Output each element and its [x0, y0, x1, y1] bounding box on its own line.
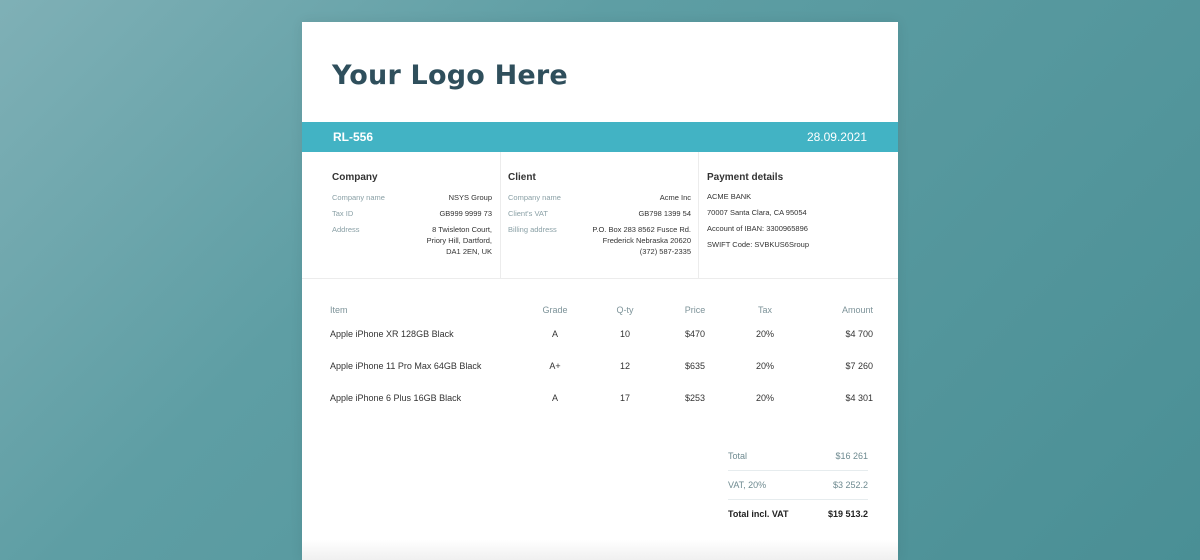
table-row: Apple iPhone 11 Pro Max 64GB Black A+ 12… — [330, 350, 873, 382]
logo-placeholder: Your Logo Here — [332, 60, 568, 91]
field-label: Client's VAT — [508, 209, 548, 218]
cell-grade: A — [551, 393, 558, 403]
grand-total-row: Total incl. VAT $19 513.2 — [728, 500, 868, 528]
table-row: Apple iPhone XR 128GB Black A 10 $470 20… — [330, 318, 873, 350]
bottom-fade — [302, 540, 898, 560]
payment-heading: Payment details — [707, 172, 784, 183]
vat-row: VAT, 20% $3 252.2 — [728, 471, 868, 500]
header-grade: Grade — [542, 305, 568, 315]
field-label: Company name — [332, 193, 385, 202]
header-item: Item — [330, 305, 348, 315]
company-heading: Company — [332, 172, 378, 183]
field-label: Billing address — [508, 225, 557, 234]
company-column: Company Company name NSYS Group Tax ID G… — [302, 152, 501, 278]
cell-item: Apple iPhone 11 Pro Max 64GB Black — [330, 361, 482, 371]
grand-total-label: Total incl. VAT — [728, 509, 789, 519]
invoice-date: 28.09.2021 — [806, 130, 867, 144]
cell-price: $253 — [684, 393, 706, 403]
payment-column: Payment details ACME BANK 70007 Santa Cl… — [699, 152, 898, 278]
payment-iban: Account of IBAN: 3300965896 — [707, 224, 808, 233]
company-name-row: Company name NSYS Group — [332, 192, 492, 203]
totals-block: Total $16 261 VAT, 20% $3 252.2 Total in… — [728, 442, 868, 528]
cell-amount: $4 301 — [845, 393, 873, 403]
cell-item: Apple iPhone XR 128GB Black — [330, 329, 454, 339]
field-value: GB798 1399 54 — [638, 209, 691, 218]
cell-item: Apple iPhone 6 Plus 16GB Black — [330, 393, 462, 403]
cell-amount: $4 700 — [845, 329, 873, 339]
grand-total-value: $19 513.2 — [827, 509, 868, 519]
client-vat-row: Client's VAT GB798 1399 54 — [508, 208, 691, 219]
header-amount: Amount — [841, 305, 873, 315]
field-label: Company name — [508, 193, 561, 202]
cell-price: $470 — [684, 329, 706, 339]
payment-bank: ACME BANK — [707, 192, 752, 201]
items-table: Item Grade Q-ty Price Tax Amount Apple i… — [330, 302, 873, 414]
vat-label: VAT, 20% — [728, 480, 767, 490]
header-qty: Q-ty — [616, 305, 634, 315]
invoice-number: RL-556 — [333, 130, 374, 144]
invoice-sheet: Your Logo Here RL-556 28.09.2021 Company… — [302, 22, 898, 560]
total-value: $16 261 — [835, 451, 868, 461]
cell-qty: 17 — [619, 393, 630, 403]
header-price: Price — [684, 305, 706, 315]
field-value: 8 Twisleton Court, Priory Hill, Dartford… — [426, 225, 492, 256]
client-billing-address-row: Billing address P.O. Box 283 8562 Fusce … — [508, 224, 691, 257]
header-tax: Tax — [757, 305, 772, 315]
payment-swift: SWIFT Code: SVBKUS6Sroup — [707, 240, 809, 249]
field-value: GB999 9999 73 — [439, 209, 492, 218]
info-section: Company Company name NSYS Group Tax ID G… — [302, 152, 898, 279]
cell-tax: 20% — [755, 361, 774, 371]
total-row: Total $16 261 — [728, 442, 868, 471]
field-value: P.O. Box 283 8562 Fusce Rd. Frederick Ne… — [592, 225, 691, 256]
table-row: Apple iPhone 6 Plus 16GB Black A 17 $253… — [330, 382, 873, 414]
company-address-row: Address 8 Twisleton Court, Priory Hill, … — [332, 224, 492, 257]
vat-value: $3 252.2 — [832, 480, 868, 490]
cell-amount: $7 260 — [845, 361, 873, 371]
table-header-row: Item Grade Q-ty Price Tax Amount — [330, 302, 873, 318]
cell-grade: A — [551, 329, 558, 339]
cell-price: $635 — [684, 361, 706, 371]
company-tax-id-row: Tax ID GB999 9999 73 — [332, 208, 492, 219]
client-column: Client Company name Acme Inc Client's VA… — [501, 152, 699, 278]
field-value: Acme Inc — [659, 193, 691, 202]
cell-grade: A+ — [549, 361, 561, 371]
field-label: Address — [332, 225, 360, 234]
client-heading: Client — [508, 172, 536, 183]
cell-tax: 20% — [755, 329, 774, 339]
cell-qty: 10 — [619, 329, 630, 339]
invoice-header-band: RL-556 28.09.2021 — [302, 122, 898, 152]
cell-qty: 12 — [619, 361, 630, 371]
payment-bank-address: 70007 Santa Clara, CA 95054 — [707, 208, 807, 217]
field-label: Tax ID — [332, 209, 354, 218]
cell-tax: 20% — [755, 393, 774, 403]
total-label: Total — [728, 451, 748, 461]
field-value: NSYS Group — [448, 193, 492, 202]
client-name-row: Company name Acme Inc — [508, 192, 691, 203]
